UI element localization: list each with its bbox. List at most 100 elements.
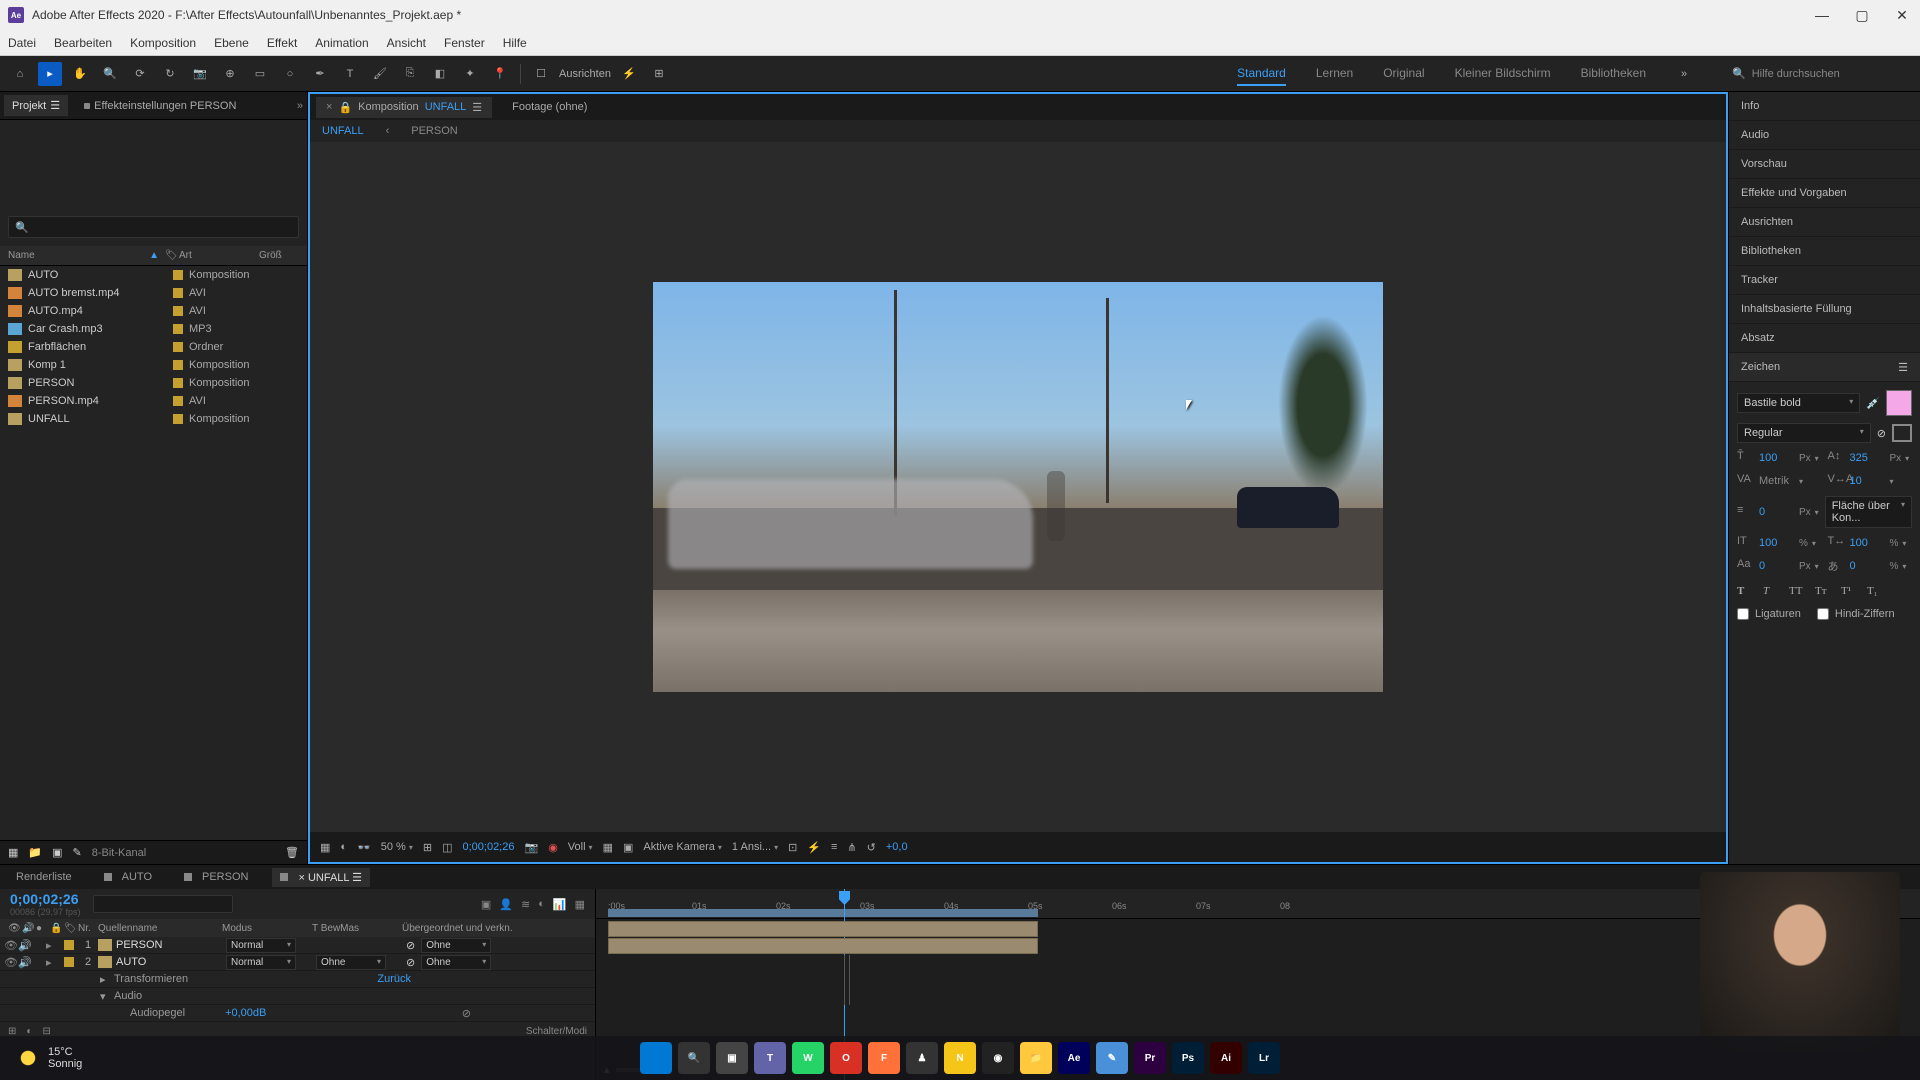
taskbar-app[interactable] xyxy=(640,1042,672,1074)
timeline-layer[interactable]: 👁🔊▸2AUTONormal▾Ohne▾⊘Ohne▾ xyxy=(0,954,595,971)
views-dropdown[interactable]: 1 Ansi...▾ xyxy=(732,841,778,853)
superscript-button[interactable]: T¹ xyxy=(1841,585,1859,597)
panel-ausrichten[interactable]: Ausrichten xyxy=(1729,208,1920,237)
reset-exposure-icon[interactable]: ↺ xyxy=(867,841,876,854)
taskbar-app[interactable]: W xyxy=(792,1042,824,1074)
panel-effekte-und-vorgaben[interactable]: Effekte und Vorgaben xyxy=(1729,179,1920,208)
taskbar-app[interactable]: ♟ xyxy=(906,1042,938,1074)
camera-dropdown[interactable]: Aktive Kamera▾ xyxy=(643,841,722,853)
taskbar-app[interactable]: Lr xyxy=(1248,1042,1280,1074)
menu-animation[interactable]: Animation xyxy=(315,36,368,50)
visibility-icon[interactable]: 👁 xyxy=(4,939,18,952)
project-item[interactable]: AUTO bremst.mp4AVI xyxy=(0,284,307,302)
audio-level-property[interactable]: Audiopegel +0,00dB ⊘ xyxy=(0,1005,595,1022)
taskbar-app[interactable]: Ae xyxy=(1058,1042,1090,1074)
minimize-button[interactable]: — xyxy=(1812,5,1832,25)
layer-bar-auto[interactable] xyxy=(608,938,1038,954)
zoom-tool[interactable]: 🔍 xyxy=(98,62,122,86)
blend-mode-select[interactable]: Normal▾ xyxy=(226,955,296,970)
comp-crumb-unfall[interactable]: UNFALL xyxy=(318,123,368,139)
zoom-dropdown[interactable]: 50 %▾ xyxy=(381,841,413,853)
menu-komposition[interactable]: Komposition xyxy=(130,36,196,50)
pan-behind-tool[interactable]: ⊕ xyxy=(218,62,242,86)
comp-mini-icon[interactable]: ▣ xyxy=(481,898,491,911)
weather-widget[interactable]: 15°CSonnig xyxy=(16,1046,82,1070)
taskbar-app[interactable]: 📁 xyxy=(1020,1042,1052,1074)
hand-tool[interactable]: ✋ xyxy=(68,62,92,86)
shy-icon[interactable]: 👤 xyxy=(499,898,513,911)
work-area[interactable] xyxy=(608,909,1038,917)
rotate-tool[interactable]: ↻ xyxy=(158,62,182,86)
text-tool[interactable]: T xyxy=(338,62,362,86)
menu-hilfe[interactable]: Hilfe xyxy=(503,36,527,50)
timeline-search[interactable] xyxy=(93,895,233,913)
motion-blur-icon[interactable]: ◐ xyxy=(538,898,545,911)
project-item[interactable]: PERSONKomposition xyxy=(0,374,307,392)
subscript-button[interactable]: T₁ xyxy=(1867,585,1885,597)
taskbar-app[interactable]: T xyxy=(754,1042,786,1074)
channel-icon[interactable]: ◉ xyxy=(548,841,558,854)
eraser-tool[interactable]: ◧ xyxy=(428,62,452,86)
resolution-dropdown[interactable]: Voll▾ xyxy=(568,841,593,853)
sort-icon[interactable]: ▲ xyxy=(149,250,159,261)
pickwhip-icon[interactable]: ⊘ xyxy=(406,956,415,969)
folder-icon[interactable]: 📁 xyxy=(28,846,42,859)
home-icon[interactable]: ⌂ xyxy=(8,62,32,86)
pickwhip-icon[interactable]: ⊘ xyxy=(406,939,415,952)
comp-crumb-person[interactable]: PERSON xyxy=(407,123,461,139)
close-button[interactable]: ✕ xyxy=(1892,5,1912,25)
composition-viewer[interactable] xyxy=(310,142,1726,832)
timeline-tab-person[interactable]: PERSON xyxy=(176,868,256,886)
mask-icon[interactable]: ◐ xyxy=(340,841,347,853)
viewer-timecode[interactable]: 0;00;02;26 xyxy=(462,841,514,853)
maximize-button[interactable]: ▢ xyxy=(1852,5,1872,25)
tab-close-icon[interactable]: × xyxy=(326,101,332,113)
tab-project[interactable]: Projekt☰ xyxy=(4,95,68,116)
snapshot-icon[interactable]: 📷 xyxy=(524,841,538,854)
menu-fenster[interactable]: Fenster xyxy=(444,36,485,50)
tab-footage[interactable]: Footage (ohne) xyxy=(502,97,597,117)
workspace-overflow-icon[interactable]: » xyxy=(1672,62,1696,86)
taskbar-app[interactable]: ◉ xyxy=(982,1042,1014,1074)
3d-icon[interactable]: ▣ xyxy=(623,841,633,854)
camera-tool[interactable]: 📷 xyxy=(188,62,212,86)
font-family-select[interactable]: Bastile bold▾ xyxy=(1737,393,1860,413)
font-style-select[interactable]: Regular▾ xyxy=(1737,423,1871,443)
project-search[interactable]: 🔍 xyxy=(8,216,299,238)
taskbar-app[interactable]: ✎ xyxy=(1096,1042,1128,1074)
panel-info[interactable]: Info xyxy=(1729,92,1920,121)
taskbar-app[interactable]: N xyxy=(944,1042,976,1074)
fill-color-swatch[interactable] xyxy=(1886,390,1912,416)
italic-button[interactable]: T xyxy=(1763,585,1781,597)
pen-tool[interactable]: ✒ xyxy=(308,62,332,86)
project-item[interactable]: Komp 1Komposition xyxy=(0,356,307,374)
panel-inhaltsbasierte-füllung[interactable]: Inhaltsbasierte Füllung xyxy=(1729,295,1920,324)
panel-audio[interactable]: Audio xyxy=(1729,121,1920,150)
flowchart-icon[interactable]: ⋔ xyxy=(847,841,856,854)
project-item[interactable]: AUTO.mp4AVI xyxy=(0,302,307,320)
trash-icon[interactable]: 🗑 xyxy=(285,846,299,859)
frame-blend-icon[interactable]: ≋ xyxy=(521,898,530,911)
stroke-swatch[interactable] xyxy=(1892,424,1912,442)
menu-ansicht[interactable]: Ansicht xyxy=(387,36,426,50)
toggle-switches-icon[interactable]: ⊞ xyxy=(8,1026,16,1037)
parent-select[interactable]: Ohne▾ xyxy=(421,955,491,970)
snap-options-icon[interactable]: ⚡ xyxy=(617,62,641,86)
puppet-tool[interactable]: 📍 xyxy=(488,62,512,86)
timeline-tab-auto[interactable]: AUTO xyxy=(96,868,160,886)
graph-icon[interactable]: 📊 xyxy=(553,898,567,911)
project-item[interactable]: PERSON.mp4AVI xyxy=(0,392,307,410)
menu-datei[interactable]: Datei xyxy=(8,36,36,50)
eyedropper-icon[interactable]: 💉 xyxy=(1866,397,1880,410)
taskbar-app[interactable]: 🔍 xyxy=(678,1042,710,1074)
roi-icon[interactable]: ◫ xyxy=(442,841,452,854)
timeline-layer[interactable]: 👁🔊▸1PERSONNormal▾⊘Ohne▾ xyxy=(0,937,595,954)
project-item[interactable]: FarbflächenOrdner xyxy=(0,338,307,356)
hindi-checkbox[interactable]: Hindi-Ziffern xyxy=(1817,608,1895,620)
taskbar-app[interactable]: O xyxy=(830,1042,862,1074)
workspace-bibliotheken[interactable]: Bibliotheken xyxy=(1581,62,1646,86)
tab-composition[interactable]: × 🔒 Komposition UNFALL ☰ xyxy=(316,97,492,118)
audio-icon[interactable]: 🔊 xyxy=(18,939,32,952)
panel-overflow-icon[interactable]: » xyxy=(297,100,303,112)
allcaps-button[interactable]: TT xyxy=(1789,585,1807,597)
